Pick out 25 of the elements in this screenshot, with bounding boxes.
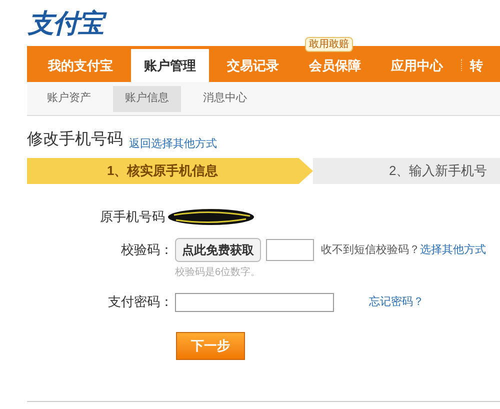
other-method-link[interactable]: 选择其他方式 bbox=[420, 242, 486, 258]
code-hint: 校验码是6位数字。 bbox=[175, 266, 262, 280]
nav-tab[interactable]: 会员保障 bbox=[297, 49, 373, 82]
nav-tab[interactable]: 转 bbox=[466, 49, 487, 82]
forgot-password-link[interactable]: 忘记密码？ bbox=[369, 294, 424, 310]
subnav-tab[interactable]: 消息中心 bbox=[195, 86, 255, 112]
promo-badge: 敢用敢赔 bbox=[305, 37, 353, 52]
password-field[interactable] bbox=[175, 292, 334, 312]
back-link[interactable]: 返回选择其他方式 bbox=[129, 136, 217, 152]
phone-label: 原手机号码 bbox=[99, 208, 165, 226]
step: 1、核实原手机信息 bbox=[27, 158, 313, 184]
redaction-scribble-icon bbox=[166, 207, 256, 227]
nav-tab[interactable]: 交易记录 bbox=[215, 49, 291, 82]
code-label: 校验码： bbox=[120, 241, 174, 260]
subnav-tab[interactable]: 账户信息 bbox=[113, 86, 181, 112]
page-title: 修改手机号码 bbox=[27, 130, 123, 150]
nav-tab[interactable]: 应用中心 bbox=[379, 49, 455, 82]
get-code-button[interactable]: 点此免费获取 bbox=[175, 238, 261, 262]
password-label: 支付密码： bbox=[107, 293, 174, 312]
nav-tab[interactable]: 我的支付宝 bbox=[36, 49, 125, 82]
nav-tab[interactable]: 账户管理 bbox=[131, 49, 209, 82]
step: 2、输入新手机号 bbox=[313, 158, 500, 184]
code-field[interactable] bbox=[266, 239, 314, 261]
subnav-tab[interactable]: 账户资产 bbox=[39, 86, 99, 112]
code-help-text: 收不到短信校验码？ bbox=[321, 242, 420, 258]
